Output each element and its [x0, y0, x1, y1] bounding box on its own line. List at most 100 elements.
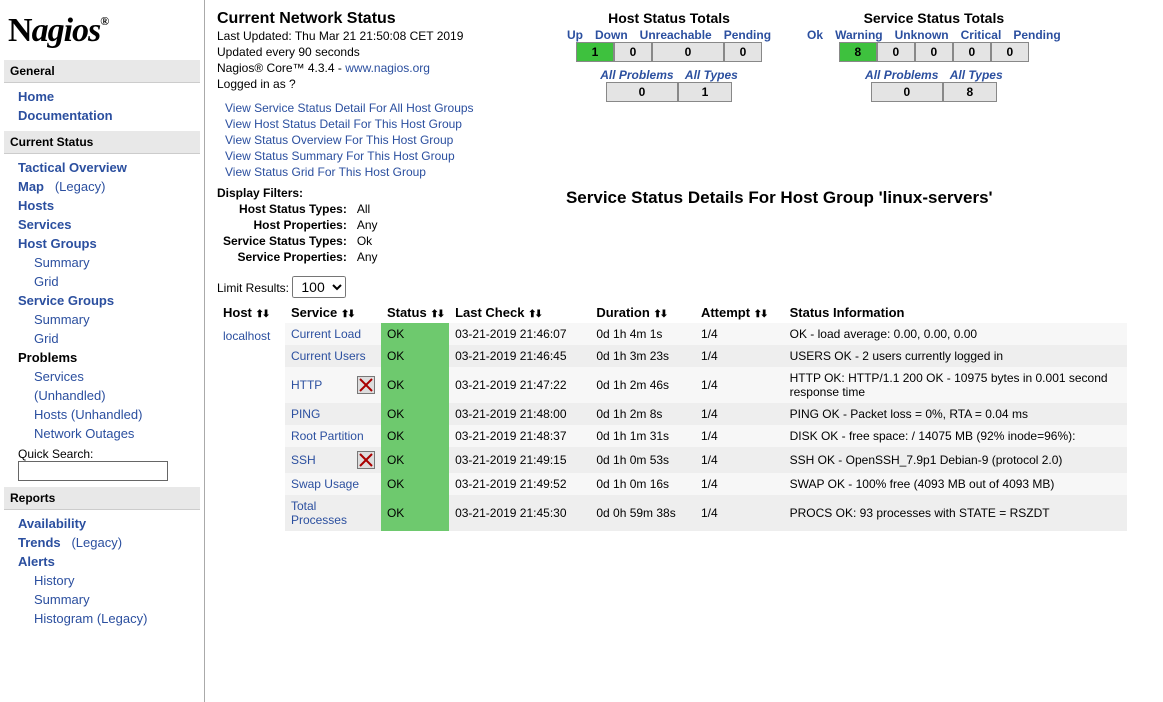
service-link[interactable]: Current Users — [291, 349, 366, 363]
notifications-disabled-icon[interactable] — [357, 451, 375, 469]
svc-ok-count[interactable]: 8 — [839, 42, 877, 62]
host-types-count[interactable]: 1 — [678, 82, 732, 102]
status-cell: OK — [381, 367, 449, 403]
host-up-count[interactable]: 1 — [576, 42, 614, 62]
nav-network-outages[interactable]: Network Outages — [18, 424, 200, 443]
hdr-pending[interactable]: Pending — [1007, 28, 1066, 42]
service-cell: Root Partition — [285, 425, 381, 447]
hdr-critical[interactable]: Critical — [955, 28, 1008, 42]
quick-search-input[interactable] — [18, 461, 168, 481]
attempt-cell: 1/4 — [695, 403, 784, 425]
col-service[interactable]: Service ⬆⬇ — [285, 302, 381, 323]
link-status-overview[interactable]: View Status Overview For This Host Group — [225, 132, 537, 148]
nav-servicegroups-summary[interactable]: Summary — [18, 310, 200, 329]
nav-servicegroups-grid[interactable]: Grid — [18, 329, 200, 348]
main-content: Current Network Status Last Updated: Thu… — [205, 0, 1163, 702]
nav-home[interactable]: Home — [18, 87, 200, 106]
link-status-summary[interactable]: View Status Summary For This Host Group — [225, 148, 537, 164]
svc-problems-count[interactable]: 0 — [871, 82, 943, 102]
info-cell: OK - load average: 0.00, 0.00, 0.00 — [784, 323, 1127, 345]
hdr-warning[interactable]: Warning — [829, 28, 889, 42]
limit-select[interactable]: 100 — [292, 276, 346, 298]
version: Nagios® Core™ 4.3.4 - www.nagios.org — [217, 60, 537, 76]
link-status-grid[interactable]: View Status Grid For This Host Group — [225, 164, 537, 180]
table-row: SSHOK03-21-2019 21:49:150d 1h 0m 53s1/4S… — [217, 447, 1127, 473]
nav-tactical[interactable]: Tactical Overview — [18, 158, 200, 177]
host-problems-count[interactable]: 0 — [606, 82, 678, 102]
nav-services[interactable]: Services — [18, 215, 200, 234]
col-status[interactable]: Status ⬆⬇ — [381, 302, 449, 323]
service-link[interactable]: Total Processes — [291, 499, 375, 527]
col-attempt[interactable]: Attempt ⬆⬇ — [695, 302, 784, 323]
hdr-ok[interactable]: Ok — [801, 28, 829, 42]
nav-problems-services-unhandled[interactable]: (Unhandled) — [18, 386, 200, 405]
service-link[interactable]: PING — [291, 407, 320, 421]
svc-all-problems[interactable]: All Problems — [861, 68, 942, 82]
nav-alerts[interactable]: Alerts — [18, 552, 200, 571]
nav-alerts-history[interactable]: History — [18, 571, 200, 590]
svc-unk-count[interactable]: 0 — [915, 42, 953, 62]
nav-hosts[interactable]: Hosts — [18, 196, 200, 215]
svc-all-types[interactable]: All Types — [946, 68, 1007, 82]
duration-cell: 0d 0h 59m 38s — [590, 495, 695, 531]
host-down-count[interactable]: 0 — [614, 42, 652, 62]
table-row: Root PartitionOK03-21-2019 21:48:370d 1h… — [217, 425, 1127, 447]
nav-hostgroups[interactable]: Host Groups — [18, 234, 200, 253]
col-lastcheck[interactable]: Last Check ⬆⬇ — [449, 302, 590, 323]
nav-documentation[interactable]: Documentation — [18, 106, 200, 125]
host-unreach-count[interactable]: 0 — [652, 42, 724, 62]
nav-map[interactable]: Map (Legacy) — [18, 177, 200, 196]
nav-hostgroups-summary[interactable]: Summary — [18, 253, 200, 272]
nav-problems-hosts[interactable]: Hosts (Unhandled) — [18, 405, 200, 424]
service-cell: Current Users — [285, 345, 381, 367]
nav-alerts-summary[interactable]: Summary — [18, 590, 200, 609]
host-all-types[interactable]: All Types — [681, 68, 742, 82]
col-duration[interactable]: Duration ⬆⬇ — [590, 302, 695, 323]
link-host-status[interactable]: View Host Status Detail For This Host Gr… — [225, 116, 537, 132]
nav-problems[interactable]: Problems — [18, 348, 200, 367]
nav-servicegroups[interactable]: Service Groups — [18, 291, 200, 310]
service-link[interactable]: Current Load — [291, 327, 361, 341]
nagios-org-link[interactable]: www.nagios.org — [345, 61, 430, 75]
svc-crit-count[interactable]: 0 — [953, 42, 991, 62]
nav-problems-services[interactable]: Services — [18, 367, 200, 386]
nav-hostgroups-grid[interactable]: Grid — [18, 272, 200, 291]
svc-warn-count[interactable]: 0 — [877, 42, 915, 62]
lastcheck-cell: 03-21-2019 21:48:37 — [449, 425, 590, 447]
nav-alerts-histogram[interactable]: Histogram (Legacy) — [18, 609, 200, 628]
info-cell: DISK OK - free space: / 14075 MB (92% in… — [784, 425, 1127, 447]
service-link[interactable]: Root Partition — [291, 429, 364, 443]
service-link[interactable]: Swap Usage — [291, 477, 359, 491]
nav-trends[interactable]: Trends (Legacy) — [18, 533, 200, 552]
service-cell: HTTP — [285, 367, 381, 403]
service-link[interactable]: SSH — [291, 453, 316, 467]
svc-types-count[interactable]: 8 — [943, 82, 997, 102]
table-row: Total ProcessesOK03-21-2019 21:45:300d 0… — [217, 495, 1127, 531]
hdr-unreach[interactable]: Unreachable — [634, 28, 718, 42]
status-cell: OK — [381, 495, 449, 531]
nav-availability[interactable]: Availability — [18, 514, 200, 533]
hdr-down[interactable]: Down — [589, 28, 634, 42]
hdr-pending[interactable]: Pending — [718, 28, 777, 42]
svc-pend-count[interactable]: 0 — [991, 42, 1029, 62]
host-pending-count[interactable]: 0 — [724, 42, 762, 62]
update-interval: Updated every 90 seconds — [217, 44, 537, 60]
link-all-hostgroups[interactable]: View Service Status Detail For All Host … — [225, 100, 537, 116]
service-status-totals: Service Status Totals Ok Warning Unknown… — [801, 10, 1067, 102]
hdr-up[interactable]: Up — [561, 28, 589, 42]
table-row: localhostCurrent LoadOK03-21-2019 21:46:… — [217, 323, 1127, 345]
hdr-unknown[interactable]: Unknown — [889, 28, 955, 42]
limit-label: Limit Results: — [217, 281, 289, 295]
attempt-cell: 1/4 — [695, 473, 784, 495]
host-link[interactable]: localhost — [223, 329, 270, 343]
status-title: Current Network Status — [217, 10, 537, 28]
lastcheck-cell: 03-21-2019 21:47:22 — [449, 367, 590, 403]
service-link[interactable]: HTTP — [291, 378, 322, 392]
col-host[interactable]: Host ⬆⬇ — [217, 302, 285, 323]
status-cell: OK — [381, 425, 449, 447]
lastcheck-cell: 03-21-2019 21:49:15 — [449, 447, 590, 473]
lastcheck-cell: 03-21-2019 21:45:30 — [449, 495, 590, 531]
host-all-problems[interactable]: All Problems — [596, 68, 677, 82]
service-cell: Swap Usage — [285, 473, 381, 495]
notifications-disabled-icon[interactable] — [357, 376, 375, 394]
